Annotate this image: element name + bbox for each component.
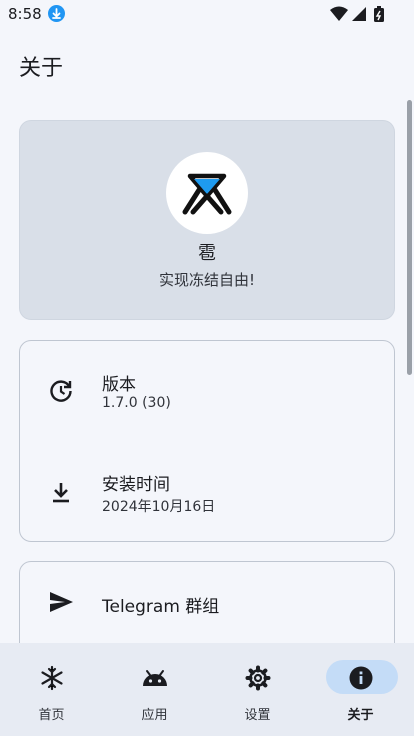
bottom-navigation: 首页 应用 设置 关于 [0, 643, 414, 736]
nav-about-label: 关于 [347, 708, 374, 723]
install-time-row[interactable]: 安装时间 2024年10月16日 [20, 453, 394, 533]
status-icons [330, 5, 392, 23]
gear-icon [245, 665, 271, 691]
install-time-value: 2024年10月16日 [102, 499, 216, 515]
scrollbar[interactable] [407, 100, 412, 375]
update-clock-icon [48, 378, 74, 404]
nav-apps-label: 应用 [141, 708, 168, 723]
links-card: Telegram 群组 [19, 561, 395, 643]
snowflake-icon [39, 665, 65, 691]
nav-home-label: 首页 [38, 708, 65, 723]
download-icon [48, 480, 74, 506]
info-icon [348, 665, 374, 691]
version-value: 1.7.0 (30) [102, 395, 171, 411]
page-title: 关于 [19, 56, 64, 81]
version-label: 版本 [102, 375, 136, 395]
nav-about[interactable]: 关于 [309, 643, 412, 736]
signal-icon [352, 7, 366, 21]
nav-settings[interactable]: 设置 [206, 643, 309, 736]
android-icon [142, 665, 168, 691]
app-logo [166, 152, 248, 234]
download-notification-icon [48, 5, 65, 22]
nav-apps[interactable]: 应用 [103, 643, 206, 736]
telegram-group-label: Telegram 群组 [102, 597, 220, 617]
battery-icon [374, 6, 384, 22]
about-scroll-content[interactable]: 雹 实现冻结自由! 版本 1.7.0 (30) 安装时间 2024年10月16日… [0, 100, 414, 643]
app-info-card: 版本 1.7.0 (30) 安装时间 2024年10月16日 [19, 340, 395, 542]
app-hero-card: 雹 实现冻结自由! [19, 120, 395, 320]
telegram-group-row[interactable]: Telegram 群组 [20, 562, 394, 642]
nav-settings-label: 设置 [244, 708, 271, 723]
version-row[interactable]: 版本 1.7.0 (30) [20, 351, 394, 431]
nav-home[interactable]: 首页 [0, 643, 103, 736]
send-icon [48, 589, 74, 615]
wifi-icon [330, 6, 348, 21]
app-name: 雹 [198, 243, 216, 264]
status-time: 8:58 [8, 5, 42, 23]
status-bar: 8:58 [0, 0, 414, 28]
app-slogan: 实现冻结自由! [158, 271, 255, 289]
install-time-label: 安装时间 [102, 475, 170, 495]
